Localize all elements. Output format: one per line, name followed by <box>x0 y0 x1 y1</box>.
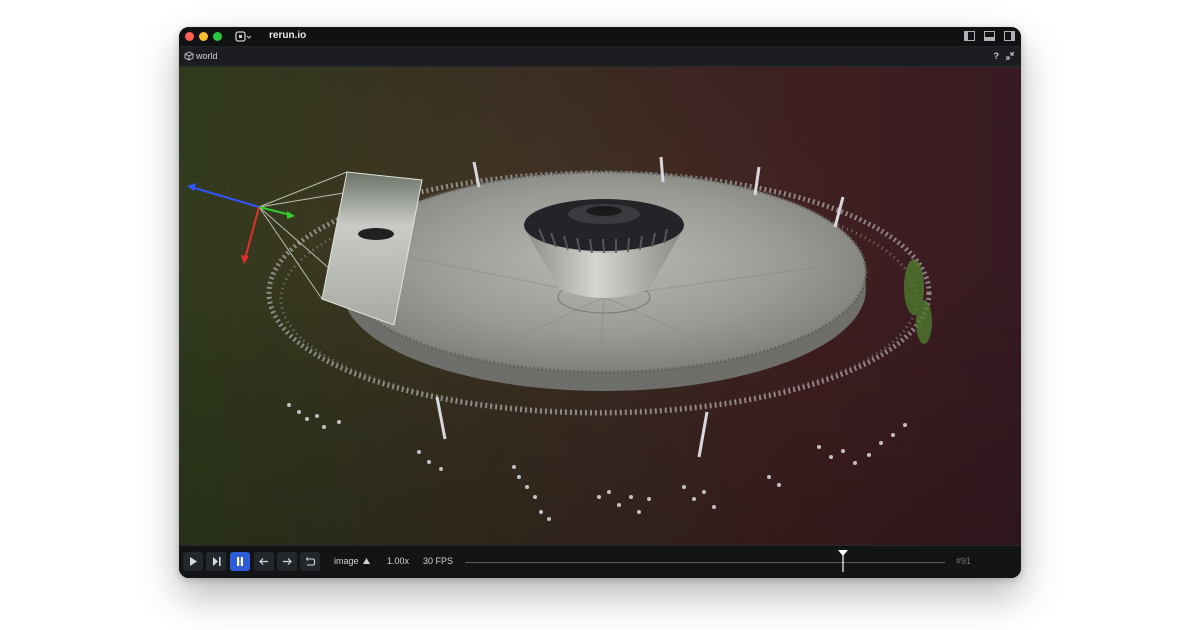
fps-setting[interactable]: 30 FPS <box>423 556 453 566</box>
loop-button[interactable] <box>300 552 320 571</box>
help-button[interactable]: ? <box>994 51 1000 61</box>
toggle-right-panel-icon[interactable] <box>1004 31 1015 41</box>
view-title[interactable]: world <box>196 51 218 61</box>
close-window-button[interactable] <box>185 32 194 41</box>
maximize-window-button[interactable] <box>213 32 222 41</box>
time-track[interactable] <box>465 562 945 563</box>
timeline-panel: image 1.00x 30 FPS #91 <box>179 545 1021 578</box>
timeline-selector[interactable]: image <box>334 556 371 566</box>
loop-icon <box>305 556 315 566</box>
current-frame-label: #91 <box>955 556 971 566</box>
play-button[interactable] <box>183 552 203 571</box>
rerun-logo-icon <box>235 31 251 42</box>
point-cloud-scene[interactable] <box>179 67 1021 546</box>
transform-axes <box>187 183 295 264</box>
collapse-icon[interactable] <box>1005 51 1015 61</box>
minimize-window-button[interactable] <box>199 32 208 41</box>
pause-icon <box>237 557 243 566</box>
step-to-end-icon <box>212 557 221 566</box>
panel-toggles <box>964 31 1015 41</box>
step-to-end-button[interactable] <box>206 552 226 571</box>
play-icon <box>190 557 197 566</box>
toggle-bottom-panel-icon[interactable] <box>984 31 995 41</box>
greenery <box>904 259 932 344</box>
lower-points <box>287 403 907 521</box>
title-bar: rerun.io <box>179 27 1021 47</box>
time-scrubber-handle[interactable] <box>837 550 849 572</box>
timeline-name: image <box>334 556 359 566</box>
window-title: rerun.io <box>269 30 307 41</box>
app-menu-button[interactable] <box>235 30 251 43</box>
step-back-button[interactable] <box>254 552 274 571</box>
pause-button[interactable] <box>230 552 250 571</box>
app-window: rerun.io world ? image 1.00x 30 FPS #91 <box>179 27 1021 578</box>
step-forward-button[interactable] <box>277 552 297 571</box>
triangle-up-icon <box>363 558 371 564</box>
view-tab-bar: world ? <box>179 47 1021 67</box>
cube-icon <box>184 51 194 61</box>
arrow-left-icon <box>259 558 268 565</box>
3d-viewport[interactable] <box>179 67 1021 546</box>
toggle-left-panel-icon[interactable] <box>964 31 975 41</box>
playback-speed[interactable]: 1.00x <box>387 556 409 566</box>
arrow-right-icon <box>283 558 292 565</box>
